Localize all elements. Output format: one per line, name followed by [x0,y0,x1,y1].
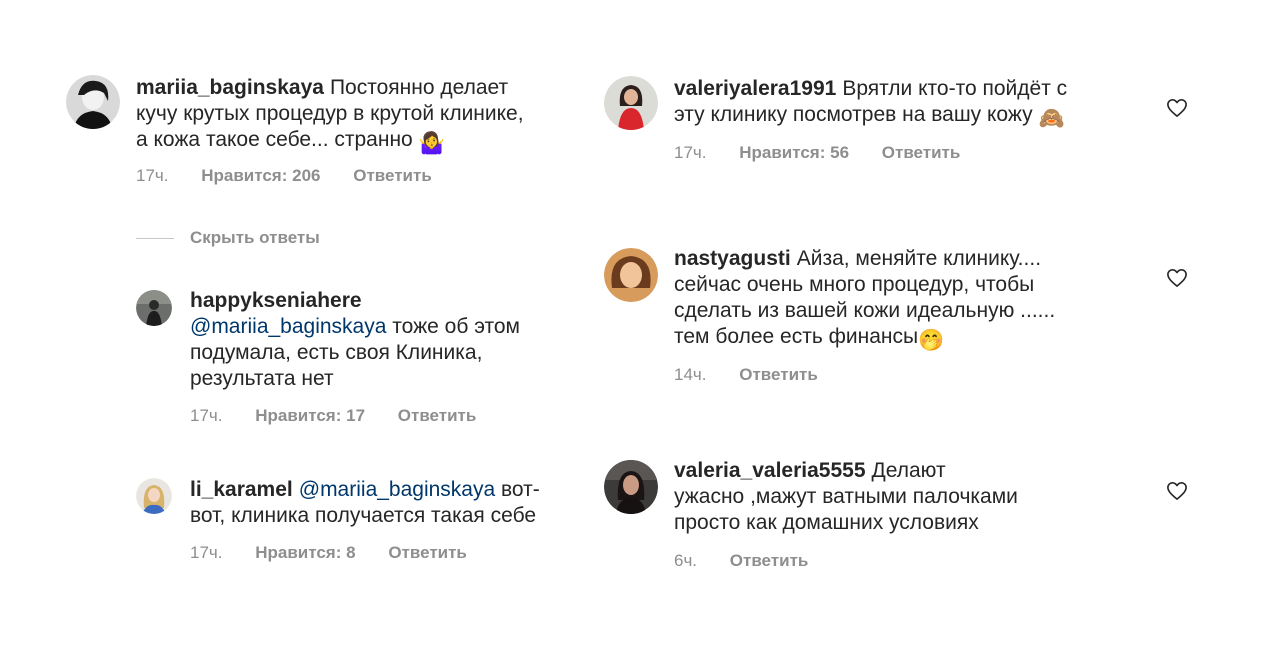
reply-button[interactable]: Ответить [882,143,961,163]
avatar-happyksenia-image [136,290,172,326]
timestamp[interactable]: 17ч. [190,406,223,426]
username-link[interactable]: valeria_valeria5555 [674,459,866,482]
avatar[interactable] [66,75,120,129]
shrug-emoji-icon: 🤷‍♀️ [418,132,445,155]
like-heart-icon[interactable] [1166,481,1188,501]
username-link[interactable]: happykseniahere [190,289,362,312]
comment-meta: 17ч. Нравится: 206 Ответить [136,166,432,186]
avatar-nastyagusti-image [604,248,658,302]
mention-link[interactable]: @mariia_baginskaya [299,478,495,501]
comment-text: nastyagusti Айза, меняйте клинику.... сей… [674,247,1056,352]
like-heart-icon[interactable] [1166,98,1188,118]
avatar-mariia-image [66,75,120,129]
timestamp[interactable]: 17ч. [136,166,169,186]
mention-link[interactable]: @mariia_baginskaya [190,315,386,338]
username-link[interactable]: valeriyalera1991 [674,77,836,100]
see-no-evil-monkey-emoji-icon: 🙈 [1038,107,1065,130]
username-link[interactable]: mariia_baginskaya [136,76,324,99]
avatar-valeriyalera-image [604,76,658,130]
avatar[interactable] [136,290,172,326]
reply-button[interactable]: Ответить [388,543,467,563]
reply-button[interactable]: Ответить [730,551,809,571]
likes-count[interactable]: Нравится: 56 [739,143,849,163]
avatar[interactable] [136,478,172,514]
comment-meta: 17ч. Нравится: 8 Ответить [190,543,467,563]
reply-button[interactable]: Ответить [353,166,432,186]
timestamp[interactable]: 17ч. [674,143,707,163]
comment-meta: 17ч. Нравится: 56 Ответить [674,143,960,163]
comment-meta: 6ч. Ответить [674,551,808,571]
like-heart-icon[interactable] [1166,268,1188,288]
avatar[interactable] [604,248,658,302]
divider-line [136,238,174,240]
likes-count[interactable]: Нравится: 17 [255,406,365,426]
comment-text: valeria_valeria5555 Делают ужасно ,мажут … [674,459,1018,534]
username-link[interactable]: li_karamel [190,478,293,501]
hand-over-mouth-emoji-icon: 🤭 [918,329,945,352]
username-link[interactable]: nastyagusti [674,247,791,270]
timestamp[interactable]: 14ч. [674,365,707,385]
comment-text: li_karamel @mariia_baginskaya вот- вот, к… [190,478,540,527]
avatar-likaramel-image [136,478,172,514]
comment-meta: 14ч. Ответить [674,365,818,385]
likes-count[interactable]: Нравится: 8 [255,543,355,563]
comment-text: happykseniahere @mariia_baginskaya тоже … [190,289,520,390]
comment-text: valeriyalera1991 Врятли кто-то пойдёт с э… [674,77,1068,130]
avatar-valeria5555-image [604,460,658,514]
reply-button[interactable]: Ответить [398,406,477,426]
hide-replies-button[interactable]: Скрыть ответы [136,228,320,248]
timestamp[interactable]: 17ч. [190,543,223,563]
likes-count[interactable]: Нравится: 206 [201,166,320,186]
timestamp[interactable]: 6ч. [674,551,697,571]
avatar[interactable] [604,460,658,514]
avatar[interactable] [604,76,658,130]
comment-meta: 17ч. Нравится: 17 Ответить [190,406,476,426]
comment-text: mariia_baginskaya Постоянно делает кучу к… [136,76,524,155]
reply-button[interactable]: Ответить [739,365,818,385]
